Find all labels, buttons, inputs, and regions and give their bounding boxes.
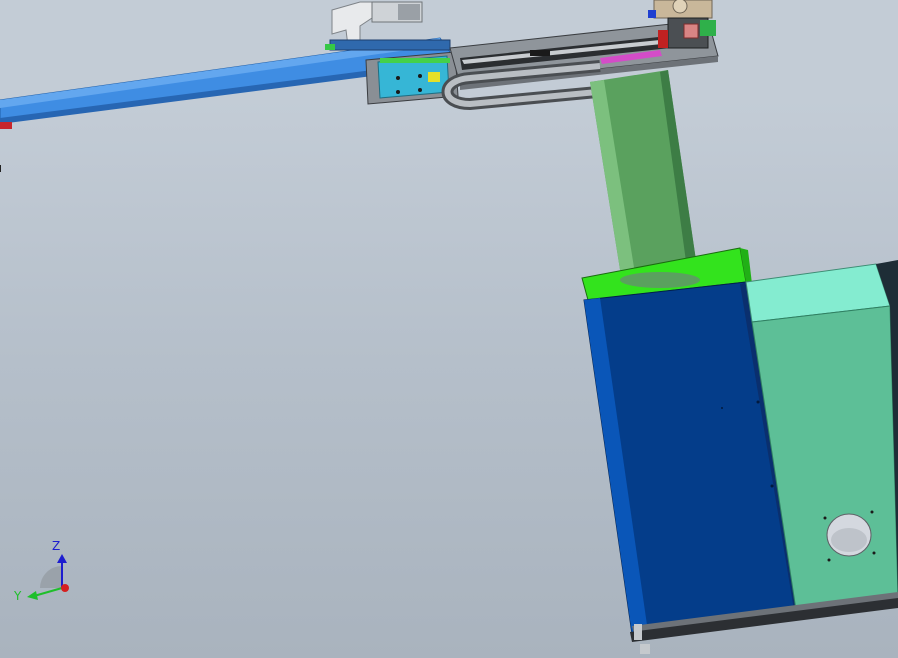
reference-triad: Z Y [13,539,69,603]
z-axis-label: Z [52,539,60,553]
cad-model-view[interactable] [0,0,898,658]
y-axis-label: Y [13,589,22,603]
graphics-viewport[interactable]: Z Y [0,0,898,658]
x-axis-dot [61,584,69,592]
gripper[interactable] [325,1,451,51]
vertical-column[interactable] [590,70,698,282]
motor-block[interactable] [648,0,716,49]
triad-quadrant [40,566,62,588]
y-axis-arrow [33,587,63,597]
arm-end-marker [0,122,12,129]
